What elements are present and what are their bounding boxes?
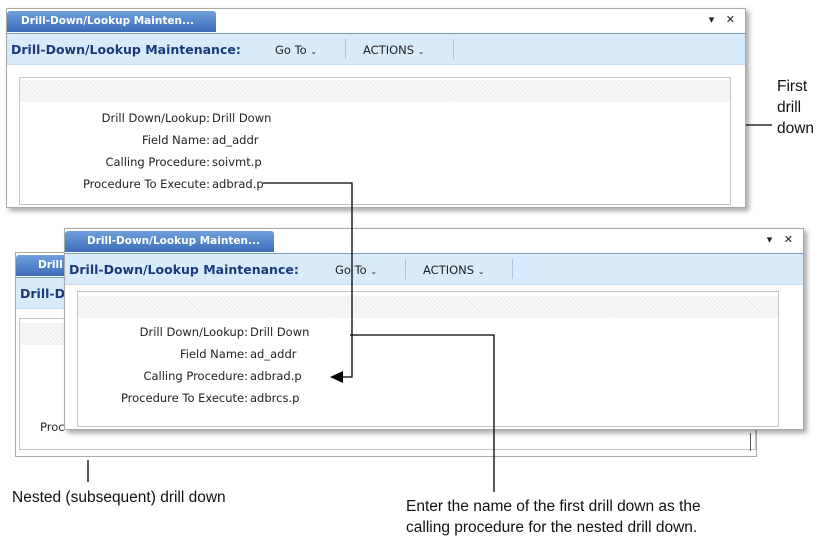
calling-procedure-annotation: Enter the name of the first drill down a…: [406, 496, 701, 538]
calling-annotation-line-1: Enter the name of the first drill down a…: [406, 498, 701, 515]
first-annotation-line-1: First: [777, 78, 808, 95]
calling-procedure-callout-line: [350, 334, 495, 492]
arrow-head-icon: [330, 371, 343, 383]
first-annotation-line-2: drill: [777, 99, 802, 116]
calling-annotation-line-2: calling procedure for the nested drill d…: [406, 519, 698, 536]
callout-lines: [87, 124, 772, 492]
nested-drill-down-annotation: Nested (subsequent) drill down: [12, 489, 226, 506]
execute-to-calling-connector: [263, 182, 353, 378]
first-drill-down-annotation: First drill down: [777, 76, 814, 139]
first-annotation-line-3: down: [777, 120, 815, 137]
